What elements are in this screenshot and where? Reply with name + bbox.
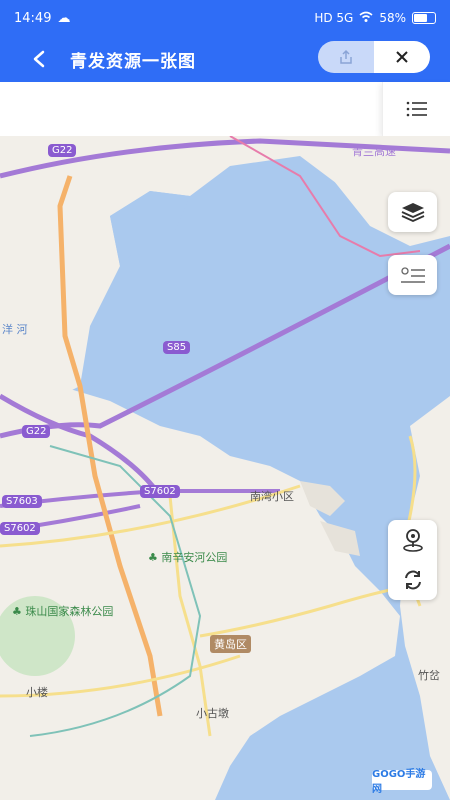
status-right: HD 5G 58% <box>314 11 436 26</box>
watermark-logo: GOGO手游网 <box>372 769 432 795</box>
zhushan-park-text: 珠山国家森林公园 <box>25 605 114 618</box>
locate-button[interactable] <box>388 520 437 560</box>
close-icon <box>396 51 408 63</box>
place-label-zhushan-park: ♣ 珠山国家森林公园 <box>12 605 114 618</box>
layers-icon <box>401 203 424 222</box>
refresh-button[interactable] <box>388 560 437 600</box>
map-tools-stack <box>388 520 437 600</box>
capsule-menu <box>318 41 430 73</box>
place-label-xiaogudun: 小古墩 <box>196 707 229 720</box>
district-label-huangdao: 黄岛区 <box>210 635 251 653</box>
refresh-icon <box>404 570 421 590</box>
cloud-icon: ☁ <box>57 10 71 26</box>
location-pin-icon <box>402 529 423 552</box>
road-label-s7602: S7602 <box>140 485 180 498</box>
road-label-s7602-west: S7602 <box>0 522 40 535</box>
nanxinan-park-text: 南辛安河公园 <box>161 551 228 564</box>
place-label-nanwan: 南湾小区 <box>250 490 294 503</box>
layers-button[interactable] <box>388 192 437 232</box>
close-button[interactable] <box>374 41 430 73</box>
road-label-g22-south: G22 <box>22 425 51 438</box>
page-title: 青发资源一张图 <box>70 52 196 72</box>
back-button[interactable] <box>24 44 54 74</box>
place-label-nanxinan-park: ♣ 南辛安河公园 <box>148 551 228 564</box>
status-time: 14:49 <box>14 10 52 26</box>
legend-icon <box>400 267 425 283</box>
status-bar: 14:49 ☁ HD 5G 58% <box>0 0 450 36</box>
road-label-g22-north: G22 <box>48 144 77 157</box>
battery-icon <box>412 12 436 24</box>
wifi-icon <box>359 11 373 26</box>
road-label-s7603: S7603 <box>2 495 42 508</box>
legend-button[interactable] <box>388 255 437 295</box>
river-label: 洋 河 <box>2 323 28 336</box>
share-icon <box>340 49 352 64</box>
map-view[interactable]: G22 S85 G22 S7602 S7603 S7602 青兰高速 洋 河 南… <box>0 136 450 800</box>
road-label-qinglan: 青兰高速 <box>352 145 396 158</box>
place-label-zhucha: 竹岔 <box>418 669 440 682</box>
status-left: 14:49 ☁ <box>14 11 70 26</box>
app-header: 青发资源一张图 <box>0 36 450 82</box>
battery-text: 58% <box>379 11 406 25</box>
share-button[interactable] <box>318 41 374 73</box>
back-arrow-icon <box>33 50 45 68</box>
network-indicator: HD 5G <box>314 11 354 25</box>
menu-button[interactable] <box>382 82 450 136</box>
road-label-s85: S85 <box>163 341 191 354</box>
list-menu-icon <box>406 101 427 117</box>
place-label-xiaolou: 小楼 <box>26 686 48 699</box>
map-canvas <box>0 136 450 800</box>
